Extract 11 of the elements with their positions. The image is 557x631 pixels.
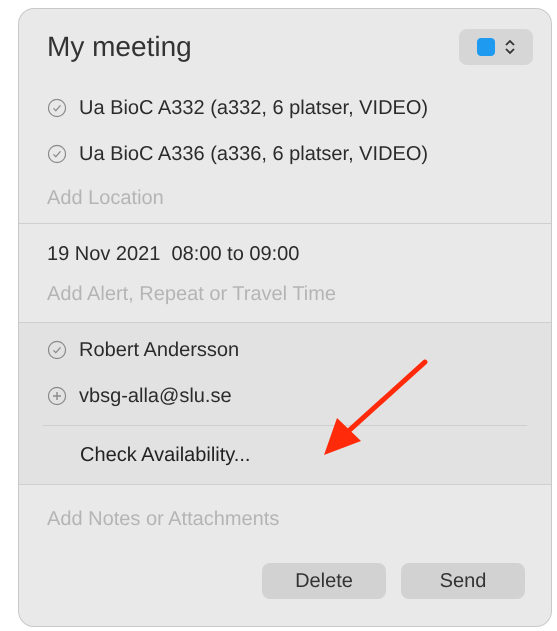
location-text[interactable]: Ua BioC A336 (a336, 6 platser, VIDEO) [79,142,428,166]
location-text[interactable]: Ua BioC A332 (a332, 6 platser, VIDEO) [79,96,428,120]
attendee-name[interactable]: Robert Andersson [79,338,240,362]
check-availability-button[interactable]: Check Availability... [80,444,250,466]
up-down-chevron-icon [505,39,515,55]
delete-button[interactable]: Delete [262,563,386,599]
calendar-picker[interactable] [459,29,533,65]
attendee-name[interactable]: vbsg-alla@slu.se [79,384,232,408]
date-time-text[interactable]: 19 Nov 2021 08:00 to 09:00 [47,234,523,274]
send-button[interactable]: Send [401,563,525,599]
event-title[interactable]: My meeting [47,31,192,63]
